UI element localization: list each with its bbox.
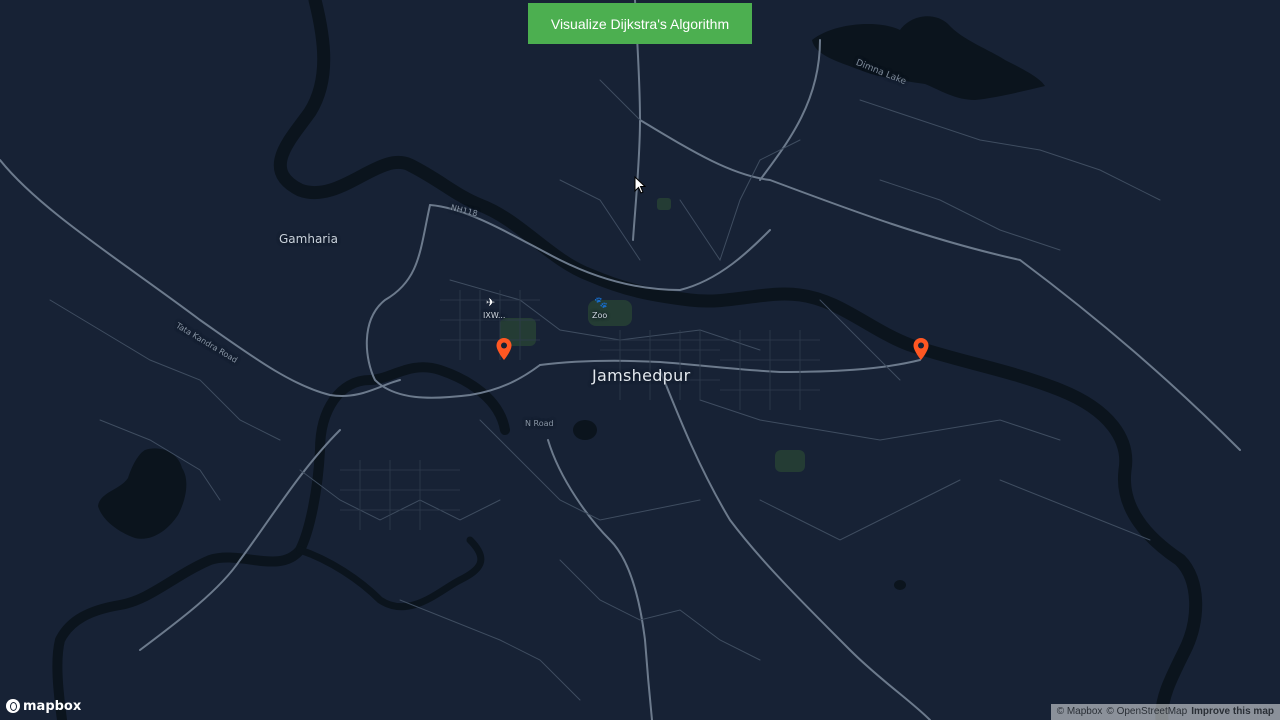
minor-road — [859, 99, 1161, 201]
tata-kandra-road — [0, 159, 401, 397]
zoo-icon: 🐾 — [594, 296, 608, 309]
pond-west-water — [98, 448, 187, 539]
water-layer — [98, 16, 1045, 590]
airport-label: IXW... — [483, 311, 506, 320]
zoo-label: Zoo — [592, 311, 608, 320]
ring-road — [365, 204, 541, 399]
minor-road — [759, 479, 961, 541]
pond-east-water — [894, 580, 906, 590]
road-label: N Road — [525, 419, 554, 428]
mapbox-logo-icon — [6, 699, 20, 713]
location-pin-icon[interactable] — [912, 337, 930, 361]
minor-road — [49, 299, 281, 441]
visualize-dijkstra-button[interactable]: Visualize Dijkstra's Algorithm — [528, 3, 752, 44]
city-grid — [340, 460, 460, 530]
nh118-road — [429, 204, 771, 291]
minor-road — [599, 79, 641, 121]
osm-attribution-link[interactable]: © OpenStreetMap — [1106, 704, 1187, 720]
minor-road — [399, 599, 581, 701]
southeast-road — [659, 369, 931, 720]
north-road-east — [759, 39, 821, 181]
minor-road — [559, 179, 641, 261]
minor-road-layer — [49, 79, 1161, 701]
dimna-lake-water — [812, 16, 1045, 101]
park-area-north — [657, 198, 671, 210]
minor-road — [299, 469, 501, 521]
park-area-east — [775, 450, 805, 472]
city-label: Jamshedpur — [592, 366, 691, 385]
airport-icon: ✈ — [486, 296, 496, 309]
improve-map-link[interactable]: Improve this map — [1191, 704, 1274, 720]
kharkai-branch-river — [296, 536, 485, 611]
minor-road — [679, 139, 801, 262]
mapbox-logo-text: mapbox — [23, 698, 82, 714]
minor-road — [879, 179, 1061, 251]
south-road — [547, 439, 653, 720]
kharkai-river — [52, 362, 510, 720]
city-block-layer — [340, 290, 820, 530]
minor-road — [559, 559, 761, 661]
pond-central-water — [573, 420, 597, 440]
location-pin-icon[interactable] — [495, 337, 513, 361]
town-label: Gamharia — [279, 232, 338, 246]
mouse-cursor-icon — [634, 176, 646, 194]
map-base-layer — [0, 0, 1241, 720]
map-attribution: © Mapbox © OpenStreetMap Improve this ma… — [1050, 704, 1280, 720]
mapbox-attribution-link[interactable]: © Mapbox — [1057, 704, 1103, 720]
park-layer — [500, 198, 805, 472]
minor-road — [699, 399, 1061, 441]
map-canvas[interactable]: Jamshedpur Gamharia Dimna Lake NH118 Tat… — [0, 0, 1280, 720]
northeast-highway — [639, 119, 1241, 451]
mapbox-logo[interactable]: mapbox — [6, 697, 81, 715]
